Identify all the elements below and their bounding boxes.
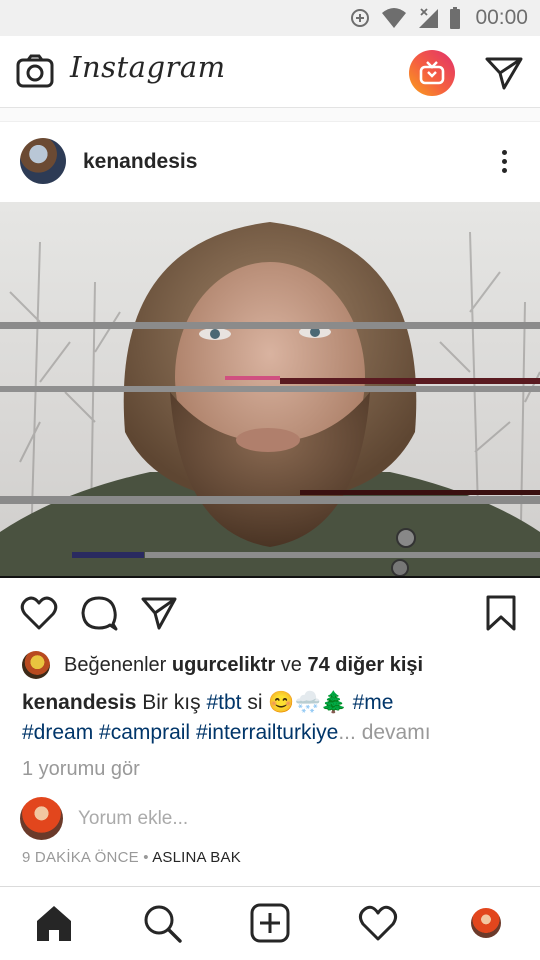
camera-icon[interactable] — [16, 54, 54, 88]
comment-icon[interactable] — [80, 594, 118, 632]
caption-more-link[interactable]: devamı — [362, 721, 431, 744]
post-header: kenandesis — [0, 124, 540, 202]
hashtag-tbt[interactable]: #tbt — [206, 691, 241, 714]
post-actions-bar — [0, 580, 540, 642]
caption-emojis: 😊🌨️🌲 — [268, 691, 347, 714]
instagram-feed-screen: 00:00 Instagram kenandesis Beğenenler ug… — [0, 0, 540, 960]
cell-signal-icon — [419, 8, 439, 28]
see-translation-link[interactable]: ASLINA BAK — [152, 849, 241, 866]
hashtag-camprail[interactable]: #camprail — [99, 721, 190, 744]
wifi-icon — [382, 8, 407, 28]
likes-summary[interactable]: Beğenenler ugurceliktr ve 74 diğer kişi — [22, 650, 423, 680]
caption-text-2: si — [247, 691, 263, 714]
likes-joiner: ve — [280, 653, 302, 676]
post-caption: kenandesis Bir kış #tbt si 😊🌨️🌲 #me #dre… — [22, 688, 522, 748]
hashtag-dream[interactable]: #dream — [22, 721, 93, 744]
profile-avatar[interactable] — [471, 908, 501, 938]
activity-heart-icon[interactable] — [358, 903, 398, 943]
status-time: 00:00 — [475, 6, 528, 29]
post-username[interactable]: kenandesis — [83, 150, 197, 174]
caption-ellipsis: ... — [338, 721, 356, 744]
post-avatar[interactable] — [20, 138, 66, 184]
more-options-icon[interactable] — [492, 146, 516, 176]
post-timestamp: 9 DAKİKA ÖNCE — [22, 849, 139, 866]
instagram-logo: Instagram — [70, 50, 226, 84]
bottom-navigation — [0, 886, 540, 960]
other-likers[interactable]: 74 diğer kişi — [307, 654, 423, 677]
hashtag-me[interactable]: #me — [353, 691, 394, 714]
post-timestamp-row: 9 DAKİKA ÖNCE • ASLINA BAK — [22, 849, 241, 866]
like-heart-icon[interactable] — [20, 594, 58, 632]
feed-divider — [0, 108, 540, 122]
hashtag-interrailturkiye[interactable]: #interrailturkiye — [196, 721, 338, 744]
first-liker[interactable]: ugurceliktr — [172, 654, 275, 677]
battery-icon — [450, 7, 461, 29]
caption-username[interactable]: kenandesis — [22, 691, 136, 714]
search-icon[interactable] — [142, 903, 182, 943]
current-user-avatar — [20, 797, 63, 840]
save-bookmark-icon[interactable] — [482, 594, 520, 632]
new-post-icon[interactable] — [250, 903, 290, 943]
caption-text: Bir kış — [142, 691, 201, 714]
direct-message-icon[interactable] — [484, 56, 524, 90]
view-comments-link[interactable]: 1 yorumu gör — [22, 758, 140, 781]
comment-input[interactable]: Yorum ekle... — [78, 808, 188, 830]
share-icon[interactable] — [140, 594, 178, 632]
top-app-bar: Instagram — [0, 36, 540, 108]
post-photo[interactable] — [0, 202, 540, 578]
igtv-icon[interactable] — [409, 50, 455, 96]
timestamp-separator: • — [143, 849, 149, 866]
liker-avatar — [22, 651, 50, 679]
home-icon[interactable] — [34, 903, 74, 943]
add-comment-row[interactable]: Yorum ekle... — [20, 797, 520, 841]
likes-prefix: Beğenenler — [64, 653, 167, 676]
status-bar: 00:00 — [0, 0, 540, 36]
data-saver-icon — [351, 9, 370, 27]
